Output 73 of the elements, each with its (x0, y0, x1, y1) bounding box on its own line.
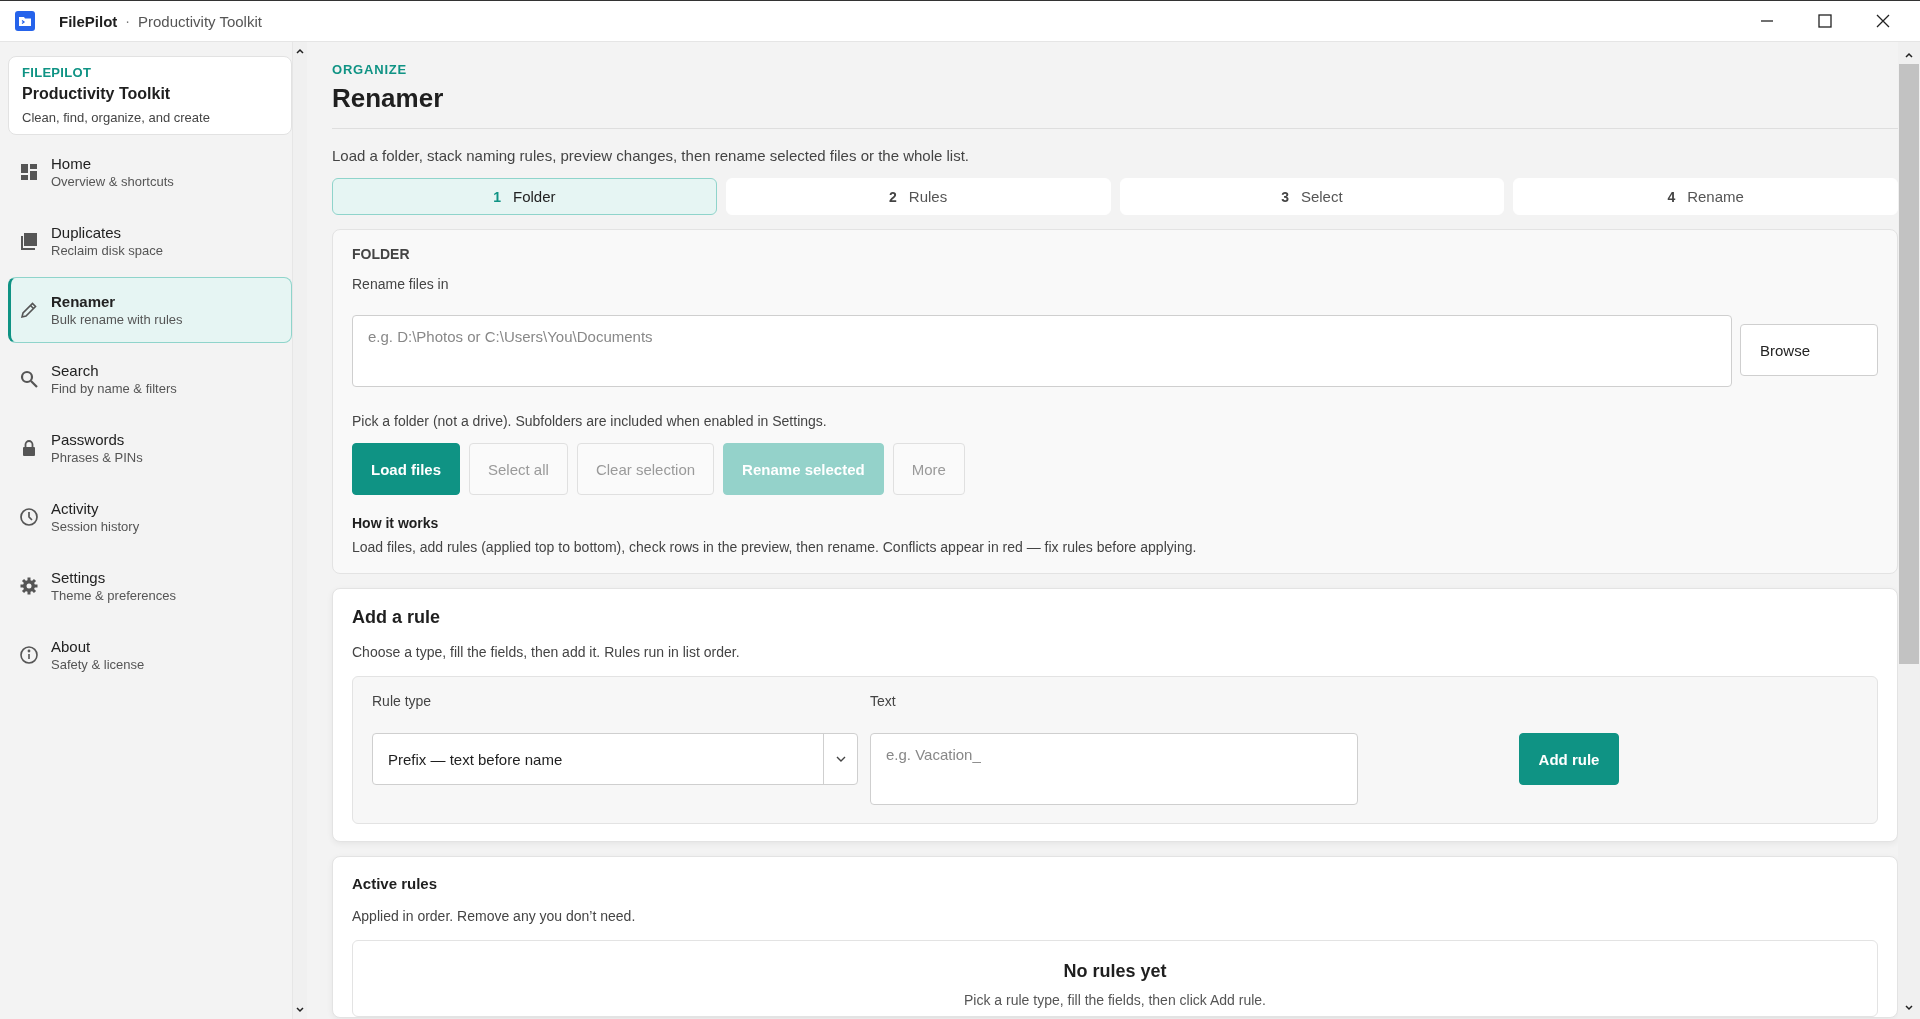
grid-icon (19, 161, 39, 182)
nav-description: Theme & preferences (51, 587, 176, 603)
step-tab[interactable]: 4 Rename (1513, 178, 1898, 215)
scrollbar-thumb[interactable] (1899, 64, 1919, 664)
sidebar-item[interactable]: Home Overview & shortcuts (8, 139, 292, 205)
stack-icon (19, 230, 39, 251)
field-label: Rename files in (352, 276, 450, 292)
empty-text: Pick a rule type, fill the fields, then click Add rule. (963, 992, 1267, 1008)
nav-label: Renamer (51, 292, 117, 310)
empty-title: No rules yet (1062, 961, 1168, 982)
nav-label: Duplicates (51, 223, 123, 241)
page-description: Load a folder, stack naming rules, preview changes, then rename selected files or the whole list. (332, 147, 971, 164)
page-eyebrow: ORGANIZE (332, 62, 408, 77)
sidebar-item[interactable]: Search Find by name & filters (8, 346, 292, 412)
nav-label: About (51, 637, 92, 655)
field-label: Rule type (372, 693, 433, 709)
sidebar-item[interactable]: Renamer Bulk rename with rules (8, 277, 292, 343)
window-subtitle: Productivity Toolkit (138, 12, 262, 30)
nav-label: Activity (51, 499, 100, 517)
how-title: How it works (352, 515, 440, 531)
nav-label: Settings (51, 568, 107, 586)
nav-label: Passwords (51, 430, 126, 448)
search-icon (19, 368, 39, 389)
how-text: Load files, add rules (applied top to bottom), check rows in the preview, then rename. Conflicts appear in red — fix rules before applying. (352, 539, 1198, 555)
app-name: FilePilot (59, 12, 118, 30)
info-icon (19, 644, 39, 665)
rule-type-dropdown[interactable]: Prefix — text before name (372, 733, 858, 785)
nav-description: Bulk rename with rules (51, 311, 183, 327)
rule-text-field[interactable]: e.g. Vacation_ (870, 733, 1358, 805)
browse-button[interactable]: Browse (1740, 324, 1878, 376)
clock-icon (19, 506, 39, 527)
step-tab[interactable]: 3 Select (1119, 178, 1505, 215)
nav-description: Find by name & filters (51, 380, 177, 396)
brand-eyebrow: FILEPILOT (22, 65, 93, 80)
folder-hint: Pick a folder (not a drive). Subfolders are included when enabled in Settings. (352, 413, 828, 429)
card-description: Choose a type, fill the fields, then add it. Rules run in list order. (352, 644, 741, 660)
title-separator: · (125, 13, 130, 29)
nav-description: Safety & license (51, 656, 145, 672)
scroll-up-icon[interactable] (296, 48, 304, 54)
brand-tagline: Clean, find, organize, and create (22, 110, 211, 125)
nav-description: Reclaim disk space (51, 242, 163, 258)
nav-description: Phrases & PINs (51, 449, 143, 465)
step-tab[interactable]: 1 Folder (332, 178, 717, 215)
add-rule-button[interactable]: Add rule (1518, 733, 1620, 785)
pencil-icon (19, 299, 39, 320)
card-title: Active rules (352, 875, 439, 892)
card-description: Applied in order. Remove any you don’t need. (352, 908, 637, 924)
page-title: Renamer (332, 83, 445, 114)
sidebar-item[interactable]: Duplicates Reclaim disk space (8, 208, 292, 274)
nav-label: Home (51, 154, 92, 172)
step-tab[interactable]: 2 Rules (725, 178, 1111, 215)
sidebar-item[interactable]: Settings Theme & preferences (8, 553, 292, 619)
settings-icon (19, 575, 39, 596)
card-title: Add a rule (352, 607, 441, 628)
section-heading: FOLDER (352, 246, 411, 262)
scroll-up-icon[interactable] (1905, 52, 1913, 58)
field-label: Text (870, 693, 897, 709)
sidebar-item[interactable]: Passwords Phrases & PINs (8, 415, 292, 481)
action-button[interactable]: Load files (352, 443, 460, 495)
sidebar-scrollbar[interactable] (292, 42, 307, 1019)
app-logo-icon (15, 11, 35, 31)
nav-description: Overview & shortcuts (51, 173, 174, 189)
scroll-down-icon[interactable] (1905, 1005, 1913, 1011)
chevron-down-icon (834, 755, 847, 763)
nav-description: Session history (51, 518, 140, 534)
sidebar-item[interactable]: About Safety & license (8, 622, 292, 688)
sidebar-item[interactable]: Activity Session history (8, 484, 292, 550)
folder-path-field[interactable]: e.g. D:\Photos or C:\Users\You\Documents (352, 315, 1732, 387)
scroll-down-icon[interactable] (296, 1007, 304, 1013)
brand-title: Productivity Toolkit (22, 85, 172, 103)
maximize-icon[interactable] (1818, 14, 1832, 28)
nav-label: Search (51, 361, 100, 379)
close-icon[interactable] (1876, 14, 1890, 28)
